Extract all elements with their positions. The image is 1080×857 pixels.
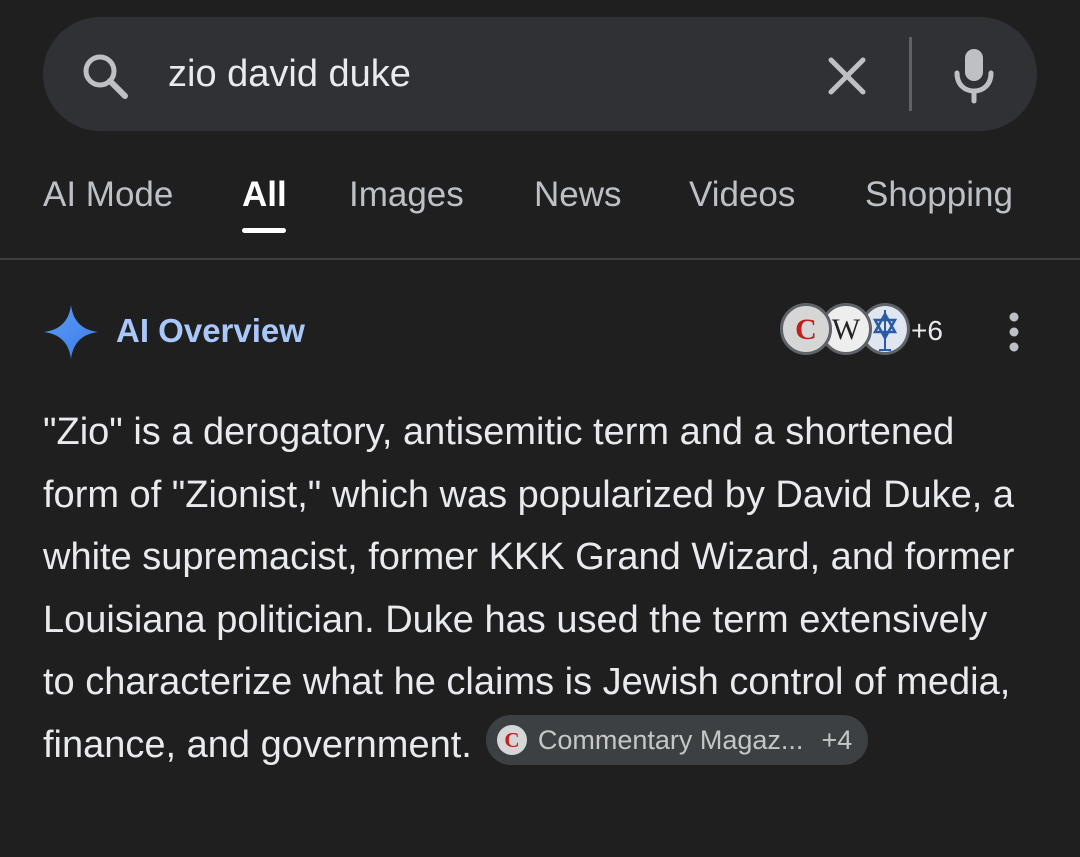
- microphone-icon[interactable]: [946, 45, 1002, 105]
- tab-shopping[interactable]: Shopping: [865, 174, 1013, 216]
- ai-overview-title: AI Overview: [116, 312, 305, 349]
- search-icon[interactable]: [79, 50, 131, 102]
- tab-images[interactable]: Images: [349, 174, 464, 216]
- tab-all[interactable]: All: [242, 174, 287, 216]
- active-tab-indicator: [242, 228, 286, 233]
- commentary-source-icon: C: [780, 303, 832, 355]
- tabs-divider: [0, 258, 1080, 260]
- search-results-page: zio david duke AI Mode All Images News V…: [0, 0, 1080, 857]
- commentary-favicon-icon: C: [496, 725, 527, 756]
- tab-videos[interactable]: Videos: [689, 174, 795, 216]
- source-icon-w-letter: W: [832, 313, 861, 346]
- close-icon[interactable]: [822, 51, 872, 101]
- tab-ai-mode[interactable]: AI Mode: [43, 174, 173, 216]
- citation-chip[interactable]: C Commentary Magaz... +4: [485, 715, 869, 766]
- source-more-count[interactable]: +6: [911, 314, 943, 348]
- source-icon-c-letter: C: [795, 313, 817, 346]
- search-tabs: AI Mode All Images News Videos Shopping: [0, 160, 1080, 260]
- citation-label: Commentary Magaz...: [537, 725, 804, 756]
- tab-news[interactable]: News: [534, 174, 622, 216]
- source-icons[interactable]: C W: [780, 303, 910, 359]
- sparkle-icon: [44, 305, 98, 359]
- more-vert-icon[interactable]: [996, 309, 1032, 355]
- svg-text:C: C: [504, 728, 519, 752]
- citation-count: +4: [821, 725, 853, 756]
- search-bar[interactable]: zio david duke: [43, 17, 1037, 131]
- search-input[interactable]: zio david duke: [168, 51, 411, 97]
- search-divider: [909, 37, 912, 111]
- ai-overview-text: "Zio" is a derogatory, antisemitic term …: [43, 401, 1023, 776]
- ai-overview-header: AI Overview C W +6: [0, 295, 1080, 370]
- ai-overview-body: "Zio" is a derogatory, antisemitic term …: [43, 411, 1015, 766]
